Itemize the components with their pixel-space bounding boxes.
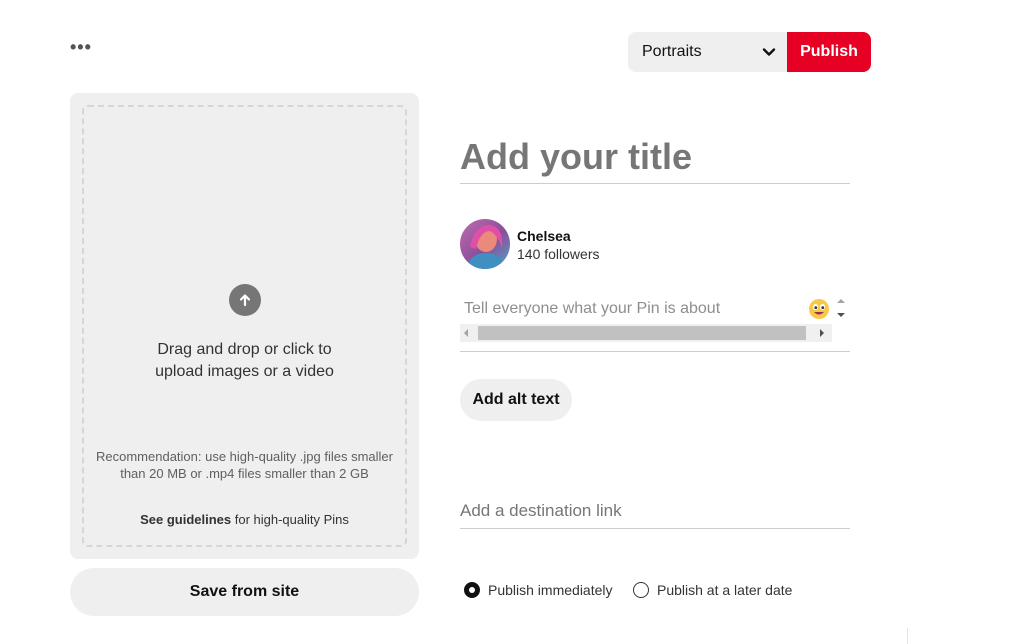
board-select-dropdown[interactable]: Portraits	[628, 32, 788, 72]
title-input[interactable]	[460, 130, 850, 184]
user-name: Chelsea	[517, 228, 571, 244]
description-input[interactable]	[460, 290, 808, 328]
board-select-value: Portraits	[642, 43, 702, 60]
publish-immediately-option[interactable]: Publish immediately	[464, 582, 613, 598]
guidelines-text: See guidelines for high-quality Pins	[140, 512, 349, 527]
scroll-right-icon[interactable]	[820, 329, 824, 337]
upload-instructions: Drag and drop or click to upload images …	[155, 341, 334, 380]
upload-panel: Drag and drop or click to upload images …	[70, 93, 419, 559]
arrow-up-icon[interactable]	[228, 284, 261, 316]
radio-selected-icon[interactable]	[464, 582, 480, 598]
emoji-icon[interactable]	[808, 298, 830, 320]
see-guidelines-link[interactable]: See guidelines	[140, 512, 231, 527]
publish-later-label: Publish at a later date	[657, 582, 793, 598]
scrollbar-thumb[interactable]	[478, 326, 806, 340]
destination-link-input[interactable]	[460, 494, 850, 529]
chevron-down-icon	[762, 48, 776, 56]
upload-recommendation: Recommendation: use high-quality .jpg fi…	[96, 449, 393, 481]
add-alt-text-button[interactable]: Add alt text	[460, 379, 572, 421]
vertical-scrollbar[interactable]	[832, 294, 850, 322]
publish-immediately-label: Publish immediately	[488, 582, 613, 598]
horizontal-scrollbar[interactable]	[460, 324, 832, 342]
divider	[907, 628, 908, 644]
save-from-site-button[interactable]: Save from site	[70, 568, 419, 616]
upload-dropzone[interactable]: Drag and drop or click to upload images …	[82, 105, 407, 547]
publish-later-option[interactable]: Publish at a later date	[633, 582, 792, 598]
user-followers: 140 followers	[517, 246, 600, 262]
more-options-icon[interactable]: •••	[70, 38, 92, 56]
description-box	[460, 290, 850, 352]
publish-button[interactable]: Publish	[787, 32, 871, 72]
scroll-left-icon[interactable]	[464, 329, 468, 337]
avatar	[460, 219, 510, 269]
radio-unselected-icon[interactable]	[633, 582, 649, 598]
